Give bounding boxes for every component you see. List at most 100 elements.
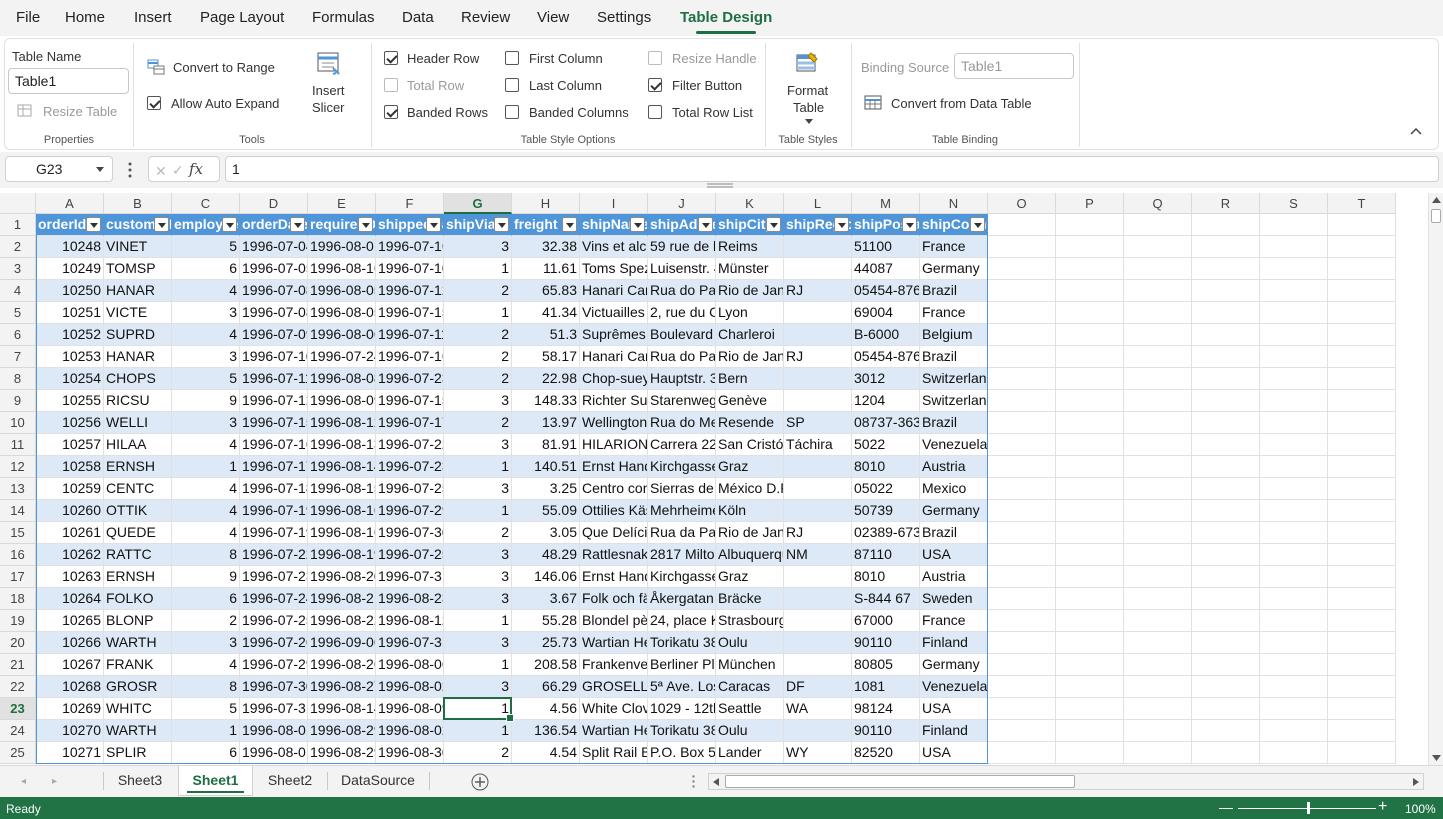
table-cell[interactable]: Frankenversand — [580, 654, 648, 676]
row-header[interactable]: 1 — [0, 214, 36, 236]
menu-review[interactable]: Review — [461, 9, 510, 26]
table-cell[interactable]: 4.56 — [512, 698, 580, 720]
cell[interactable] — [1056, 566, 1124, 588]
table-header-cell[interactable]: shipName — [580, 214, 648, 236]
cell[interactable] — [1260, 588, 1328, 610]
row-header[interactable]: 11 — [0, 434, 36, 456]
table-cell[interactable]: Oulu — [716, 632, 784, 654]
cell[interactable] — [1260, 368, 1328, 390]
column-header[interactable]: F — [376, 193, 444, 214]
table-cell[interactable]: P.O. Box 555 — [648, 742, 716, 764]
cell[interactable] — [1260, 632, 1328, 654]
cell[interactable] — [1124, 324, 1192, 346]
table-cell[interactable]: Hanari Carnes — [580, 346, 648, 368]
table-cell[interactable]: 3 — [444, 566, 512, 588]
table-cell[interactable]: 11.61 — [512, 258, 580, 280]
column-header[interactable]: M — [852, 193, 920, 214]
cell[interactable] — [1328, 302, 1396, 324]
table-cell[interactable]: 51.3 — [512, 324, 580, 346]
filter-dropdown-icon[interactable] — [494, 217, 509, 232]
table-cell[interactable]: Carrera 22 con Ave. — [648, 434, 716, 456]
cell[interactable] — [1328, 324, 1396, 346]
table-cell[interactable]: 32.38 — [512, 236, 580, 258]
table-cell[interactable]: 208.58 — [512, 654, 580, 676]
table-cell[interactable]: Lander — [716, 742, 784, 764]
cell[interactable] — [1260, 544, 1328, 566]
table-header-cell[interactable]: shipVia — [444, 214, 512, 236]
table-cell[interactable]: B-6000 — [852, 324, 920, 346]
cell[interactable] — [1192, 566, 1260, 588]
cell[interactable] — [1260, 324, 1328, 346]
cell[interactable] — [988, 214, 1056, 236]
table-cell[interactable]: Rio de Janeiro — [716, 346, 784, 368]
table-cell[interactable]: Albuquerque — [716, 544, 784, 566]
table-cell[interactable]: WA — [784, 698, 852, 720]
table-cell[interactable]: 3.25 — [512, 478, 580, 500]
cell[interactable] — [1328, 720, 1396, 742]
menu-view[interactable]: View — [537, 9, 569, 26]
table-cell[interactable]: Wartian Herkku — [580, 720, 648, 742]
format-table-line1[interactable]: Format — [787, 83, 828, 98]
table-cell[interactable]: 1 — [444, 456, 512, 478]
cell[interactable] — [988, 390, 1056, 412]
zoom-slider[interactable] — [1238, 802, 1376, 814]
cell[interactable] — [1192, 588, 1260, 610]
formula-input[interactable]: 1 — [225, 156, 1439, 182]
table-cell[interactable]: 10255 — [36, 390, 104, 412]
table-cell[interactable]: Brazil — [920, 522, 988, 544]
table-cell[interactable]: 4 — [172, 654, 240, 676]
table-cell[interactable]: Brazil — [920, 412, 988, 434]
filter-dropdown-icon[interactable] — [766, 217, 781, 232]
table-cell[interactable]: 87110 — [852, 544, 920, 566]
cell[interactable] — [1260, 280, 1328, 302]
menu-insert[interactable]: Insert — [134, 9, 172, 26]
row-header[interactable]: 13 — [0, 478, 36, 500]
cell[interactable] — [988, 236, 1056, 258]
table-cell[interactable]: 2 — [444, 412, 512, 434]
row-header[interactable]: 14 — [0, 500, 36, 522]
table-name-input[interactable]: Table1 — [8, 68, 129, 94]
table-cell[interactable]: 10269 — [36, 698, 104, 720]
table-cell[interactable]: 1996-08-12 — [308, 412, 376, 434]
table-cell[interactable]: 1996-08-14 — [308, 698, 376, 720]
filter-dropdown-icon[interactable] — [86, 217, 101, 232]
table-cell[interactable]: Vins et alcools Chevalier — [580, 236, 648, 258]
table-cell[interactable]: WARTH — [104, 720, 172, 742]
cell[interactable] — [1260, 346, 1328, 368]
cell[interactable] — [988, 434, 1056, 456]
menu-formulas[interactable]: Formulas — [312, 9, 375, 26]
cell[interactable] — [1124, 280, 1192, 302]
table-cell[interactable]: Germany — [920, 258, 988, 280]
splitter-handle-icon[interactable] — [707, 183, 733, 189]
cell[interactable] — [1056, 500, 1124, 522]
cell[interactable] — [1056, 346, 1124, 368]
table-cell[interactable]: 1996-07-19 — [240, 500, 308, 522]
table-cell[interactable]: 1 — [172, 456, 240, 478]
table-cell[interactable] — [784, 478, 852, 500]
table-cell[interactable]: Finland — [920, 632, 988, 654]
cell[interactable] — [1056, 214, 1124, 236]
row-header[interactable]: 3 — [0, 258, 36, 280]
table-cell[interactable]: Brazil — [920, 346, 988, 368]
table-cell[interactable]: 2817 Milton Dr. — [648, 544, 716, 566]
cell[interactable] — [1260, 654, 1328, 676]
table-cell[interactable]: 1996-07-22 — [376, 434, 444, 456]
table-cell[interactable]: 1996-07-25 — [240, 610, 308, 632]
cell[interactable] — [988, 632, 1056, 654]
table-cell[interactable]: 140.51 — [512, 456, 580, 478]
cell[interactable] — [1124, 610, 1192, 632]
filter-dropdown-icon[interactable] — [970, 217, 985, 232]
cell[interactable] — [1260, 522, 1328, 544]
collapse-ribbon-icon[interactable] — [1410, 127, 1422, 135]
table-cell[interactable]: 9 — [172, 390, 240, 412]
cell[interactable] — [1260, 500, 1328, 522]
insert-slicer-line1[interactable]: Insert — [312, 83, 345, 98]
table-cell[interactable]: RJ — [784, 280, 852, 302]
table-cell[interactable]: Bräcke — [716, 588, 784, 610]
cell[interactable] — [1124, 346, 1192, 368]
table-cell[interactable]: 1 — [172, 720, 240, 742]
table-cell[interactable]: 1996-08-01 — [308, 236, 376, 258]
table-header-cell[interactable]: customerId — [104, 214, 172, 236]
table-cell[interactable]: Åkergatan 24 — [648, 588, 716, 610]
table-cell[interactable]: 1081 — [852, 676, 920, 698]
